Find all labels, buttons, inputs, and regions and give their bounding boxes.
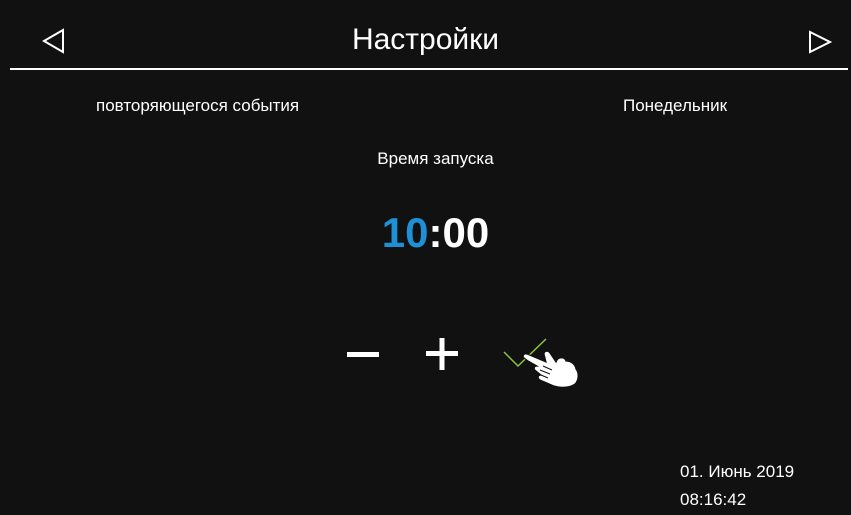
header-divider [10,68,848,70]
header-bar: Настройки [0,0,851,68]
time-minutes-field[interactable]: 00 [443,209,490,256]
start-time-label: Время запуска [377,149,494,168]
event-day-value[interactable]: Понедельник [623,96,727,116]
event-label: повторяющегося события [96,96,300,115]
status-clock: 08:16:42 [680,490,747,509]
triangle-right-icon [809,30,833,54]
status-date: 01. Июнь 2019 [680,462,795,481]
minus-icon [347,352,379,357]
next-button[interactable] [805,26,835,56]
page-title: Настройки [351,23,500,56]
time-separator: : [428,209,443,256]
time-hours-field[interactable]: 10 [382,209,429,256]
confirm-button[interactable] [500,336,586,392]
hand-pointer-icon [522,350,579,388]
start-time-display: 10:00 [0,208,851,258]
increment-button[interactable] [424,336,460,372]
checkmark-icon [503,338,579,388]
decrement-button[interactable] [346,338,380,372]
plus-icon [426,338,458,370]
